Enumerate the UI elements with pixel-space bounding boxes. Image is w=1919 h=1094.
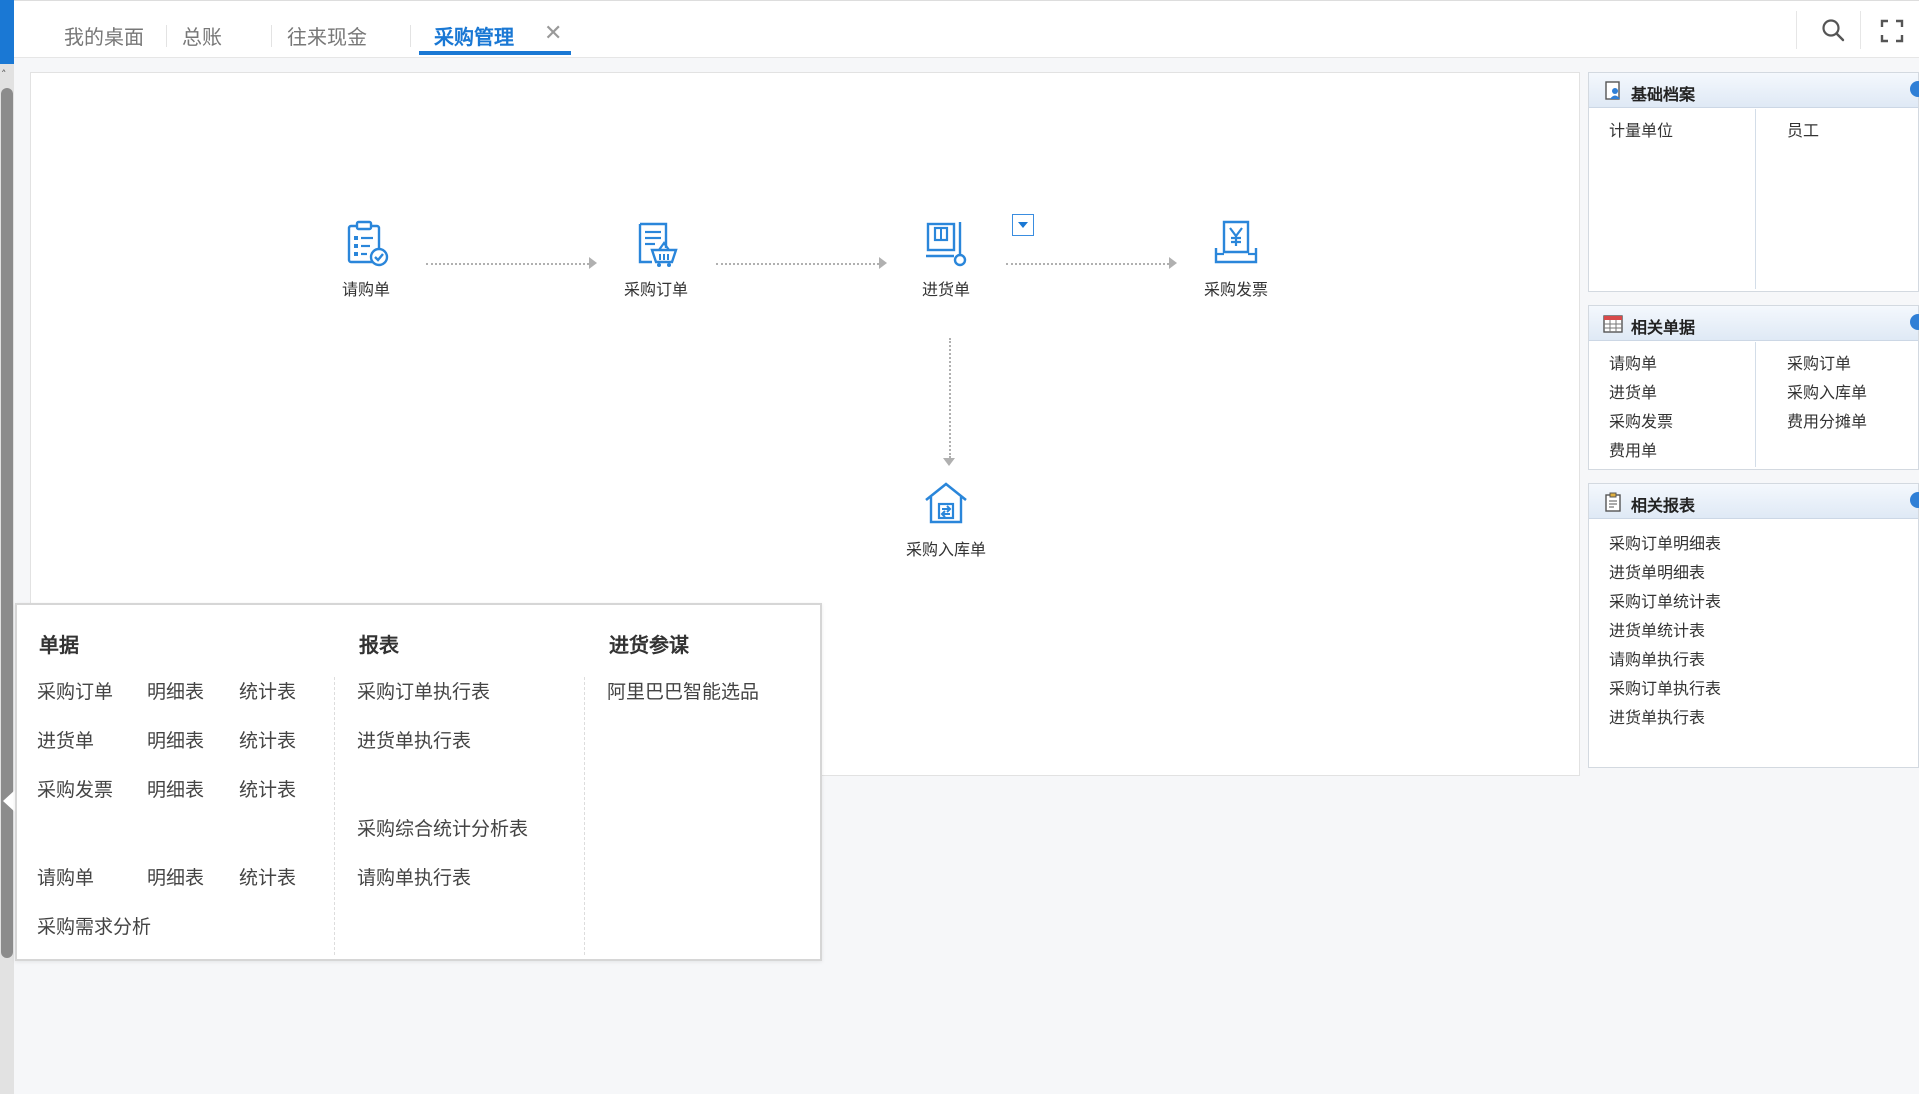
menu-purchase-order-detail[interactable]: 明细表 (147, 677, 204, 704)
menu-receipt-execution-report[interactable]: 进货单执行表 (357, 726, 471, 753)
left-accent-bar (0, 0, 14, 64)
side-link-expense-allocation[interactable]: 费用分摊单 (1787, 408, 1867, 432)
column-title-advisor: 进货参谋 (609, 633, 689, 657)
side-panel-header: 基础档案 (1589, 73, 1919, 108)
side-report-link[interactable]: 采购订单执行表 (1609, 675, 1721, 699)
side-report-link[interactable]: 进货单执行表 (1609, 704, 1705, 728)
side-panel-header: 相关报表 (1589, 484, 1919, 519)
menu-requisition[interactable]: 请购单 (37, 863, 94, 890)
menu-purchase-order-stats[interactable]: 统计表 (239, 677, 296, 704)
table-icon (1603, 315, 1623, 333)
flow-node-label: 采购发票 (1203, 280, 1268, 299)
menu-po-execution-report[interactable]: 采购订单执行表 (357, 677, 490, 704)
side-link-expense[interactable]: 费用单 (1609, 437, 1657, 461)
flow-arrow-down (943, 338, 955, 466)
side-report-link[interactable]: 请购单执行表 (1609, 646, 1705, 670)
column-divider (584, 677, 585, 955)
flow-node-label: 请购单 (341, 280, 390, 299)
side-panel-title: 基础档案 (1631, 85, 1696, 104)
menu-receipt-stats[interactable]: 统计表 (239, 726, 296, 753)
side-report-link[interactable]: 进货单明细表 (1609, 559, 1705, 583)
collapse-icon[interactable] (1910, 314, 1919, 330)
tab-separator (410, 25, 411, 47)
flow-node-purchase-order[interactable]: 采购订单 (596, 218, 716, 300)
flow-node-label: 采购入库单 (905, 540, 986, 559)
side-column-divider (1755, 109, 1756, 289)
menu-receipt[interactable]: 进货单 (37, 726, 94, 753)
requisition-icon (347, 220, 389, 267)
receipt-dropdown-toggle[interactable] (1012, 214, 1034, 236)
flow-node-requisition[interactable]: 请购单 (306, 218, 426, 300)
function-menu-popup: 单据 报表 进货参谋 采购订单 明细表 统计表 进货单 明细表 统计表 采购发票… (15, 603, 822, 961)
side-link-requisition[interactable]: 请购单 (1609, 350, 1657, 374)
flow-node-invoice[interactable]: 采购发票 (1176, 218, 1296, 300)
scrollbar-thumb[interactable] (1, 88, 13, 958)
menu-purchase-order[interactable]: 采购订单 (37, 677, 113, 704)
tab-close-icon[interactable]: ✕ (544, 21, 562, 46)
toolbar-separator (1860, 11, 1861, 49)
flow-node-receipt[interactable]: 进货单 (886, 218, 1006, 300)
scroll-up-icon[interactable]: ˄ (1, 68, 7, 81)
side-report-link[interactable]: 进货单统计表 (1609, 617, 1705, 641)
side-column-divider (1755, 342, 1756, 467)
tab-separator (271, 25, 272, 47)
side-link-invoice[interactable]: 采购发票 (1609, 408, 1673, 432)
tab-my-desktop[interactable]: 我的桌面 (64, 21, 144, 50)
menu-comprehensive-analysis[interactable]: 采购综合统计分析表 (357, 814, 528, 841)
side-panel-related-documents: 相关单据 请购单 进货单 采购发票 费用单 采购订单 采购入库单 费用分摊单 (1588, 305, 1919, 470)
menu-alibaba-smart-selection[interactable]: 阿里巴巴智能选品 (607, 677, 759, 704)
menu-invoice-detail[interactable]: 明细表 (147, 775, 204, 802)
menu-receipt-detail[interactable]: 明细表 (147, 726, 204, 753)
tab-bar: 我的桌面 总账 往来现金 采购管理 ✕ (14, 0, 1919, 58)
flow-arrow (1006, 257, 1177, 269)
menu-demand-analysis[interactable]: 采购需求分析 (37, 912, 151, 939)
menu-invoice[interactable]: 采购发票 (37, 775, 113, 802)
column-divider (334, 677, 335, 955)
menu-requisition-detail[interactable]: 明细表 (147, 863, 204, 890)
side-panel-header: 相关单据 (1589, 306, 1919, 341)
column-title-documents: 单据 (39, 633, 79, 657)
popup-pointer (3, 790, 15, 812)
user-file-icon (1605, 81, 1620, 100)
side-link-employee[interactable]: 员工 (1787, 117, 1819, 141)
side-link-unit[interactable]: 计量单位 (1609, 117, 1673, 141)
menu-requisition-stats[interactable]: 统计表 (239, 863, 296, 890)
flow-node-warehouse-in[interactable]: 采购入库单 (886, 478, 1006, 560)
tab-purchase-management[interactable]: 采购管理 (434, 21, 514, 50)
active-tab-indicator (419, 51, 571, 55)
report-icon (1605, 492, 1621, 512)
side-report-link[interactable]: 采购订单统计表 (1609, 588, 1721, 612)
invoice-icon (1214, 220, 1258, 264)
fullscreen-icon[interactable] (1880, 19, 1904, 43)
tab-general-ledger[interactable]: 总账 (182, 21, 222, 50)
side-report-link[interactable]: 采购订单明细表 (1609, 530, 1721, 554)
side-link-purchase-order[interactable]: 采购订单 (1787, 350, 1851, 374)
side-panel-title: 相关报表 (1631, 496, 1696, 515)
left-scrollbar[interactable]: ˄ (0, 64, 14, 1094)
tab-receivables-cash[interactable]: 往来现金 (287, 21, 367, 50)
side-panel-related-reports: 相关报表 采购订单明细表 进货单明细表 采购订单统计表 进货单统计表 请购单执行… (1588, 483, 1919, 768)
purchase-order-icon (638, 222, 678, 267)
column-title-reports: 报表 (359, 633, 399, 657)
toolbar-separator (1796, 11, 1797, 49)
side-panel-title: 相关单据 (1631, 318, 1696, 337)
menu-requisition-execution-report[interactable]: 请购单执行表 (357, 863, 471, 890)
flow-node-label: 采购订单 (623, 280, 688, 299)
flow-arrow (426, 257, 597, 269)
tab-separator (166, 25, 167, 47)
side-panel-basic-archives: 基础档案 计量单位 员工 (1588, 72, 1919, 292)
receipt-icon (926, 222, 967, 267)
menu-invoice-stats[interactable]: 统计表 (239, 775, 296, 802)
collapse-icon[interactable] (1910, 492, 1919, 508)
search-icon[interactable] (1820, 17, 1846, 43)
side-link-receipt[interactable]: 进货单 (1609, 379, 1657, 403)
flow-node-label: 进货单 (921, 280, 970, 299)
flow-arrow (716, 257, 887, 269)
collapse-icon[interactable] (1910, 81, 1919, 97)
warehouse-in-icon (925, 482, 967, 524)
side-link-warehouse-in[interactable]: 采购入库单 (1787, 379, 1867, 403)
